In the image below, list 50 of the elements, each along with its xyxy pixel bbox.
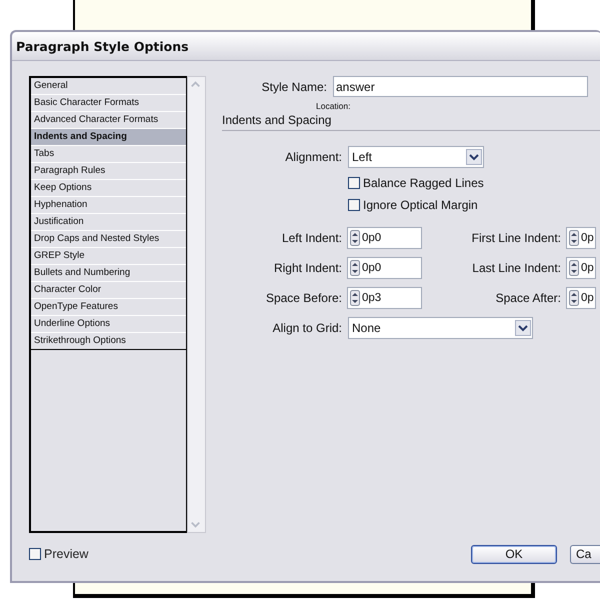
align-to-grid-dropdown[interactable]: None xyxy=(348,317,533,339)
spacing-label: First Line Indent: xyxy=(470,231,561,245)
stepper-icon xyxy=(569,290,579,306)
category-item[interactable]: Paragraph Rules xyxy=(31,163,186,180)
alignment-dropdown[interactable]: Left xyxy=(348,146,484,168)
spacing-label: Left Indent: xyxy=(280,231,342,245)
preview-label: Preview xyxy=(44,547,88,561)
spin-field[interactable]: 0p0 xyxy=(347,227,422,249)
spin-field[interactable]: 0p xyxy=(566,257,596,279)
spin-field[interactable]: 0p3 xyxy=(347,287,422,309)
category-item[interactable]: Indents and Spacing xyxy=(31,129,186,146)
checkbox[interactable] xyxy=(348,177,360,189)
category-item[interactable]: Basic Character Formats xyxy=(31,95,186,112)
category-item[interactable]: Keep Options xyxy=(31,180,186,197)
category-item[interactable]: Bullets and Numbering xyxy=(31,265,186,282)
dialog-button[interactable]: Ca xyxy=(570,544,600,564)
style-name-field[interactable]: answer xyxy=(333,76,588,97)
stepper-icon xyxy=(350,290,360,306)
checkbox[interactable] xyxy=(348,199,360,211)
section-title: Indents and Spacing xyxy=(222,113,600,131)
spacing-label: Last Line Indent: xyxy=(471,261,561,275)
category-item[interactable]: Drop Caps and Nested Styles xyxy=(31,231,186,248)
checkbox-label: Balance Ragged Lines xyxy=(363,176,484,190)
checkbox-label: Ignore Optical Margin xyxy=(363,198,478,212)
window-title: Paragraph Style Options xyxy=(16,38,189,54)
spin-field[interactable]: 0p xyxy=(566,287,596,309)
location-label: Location: xyxy=(316,101,352,111)
spacing-label: Space After: xyxy=(494,291,561,305)
category-item[interactable]: Hyphenation xyxy=(31,197,186,214)
category-item[interactable]: GREP Style xyxy=(31,248,186,265)
spacing-label: Right Indent: xyxy=(272,261,342,275)
dialog-button[interactable]: OK xyxy=(471,544,557,564)
stepper-icon xyxy=(569,230,579,246)
category-item[interactable]: Justification xyxy=(31,214,186,231)
category-item[interactable]: Tabs xyxy=(31,146,186,163)
stepper-icon xyxy=(350,260,360,276)
spin-field[interactable]: 0p xyxy=(566,227,596,249)
align-to-grid-label: Align to Grid: xyxy=(272,321,342,335)
category-item[interactable]: Character Color xyxy=(31,282,186,299)
category-item[interactable]: Strikethrough Options xyxy=(31,333,186,350)
stepper-icon xyxy=(350,230,360,246)
style-name-label: Style Name: xyxy=(260,80,327,94)
spacing-label: Space Before: xyxy=(264,291,342,305)
stepper-icon xyxy=(569,260,579,276)
spin-field[interactable]: 0p0 xyxy=(347,257,422,279)
preview-checkbox[interactable] xyxy=(29,548,41,560)
category-item[interactable]: Underline Options xyxy=(31,316,186,333)
category-item[interactable]: General xyxy=(31,78,186,95)
alignment-label: Alignment: xyxy=(284,150,342,164)
category-item[interactable]: OpenType Features xyxy=(31,299,186,316)
